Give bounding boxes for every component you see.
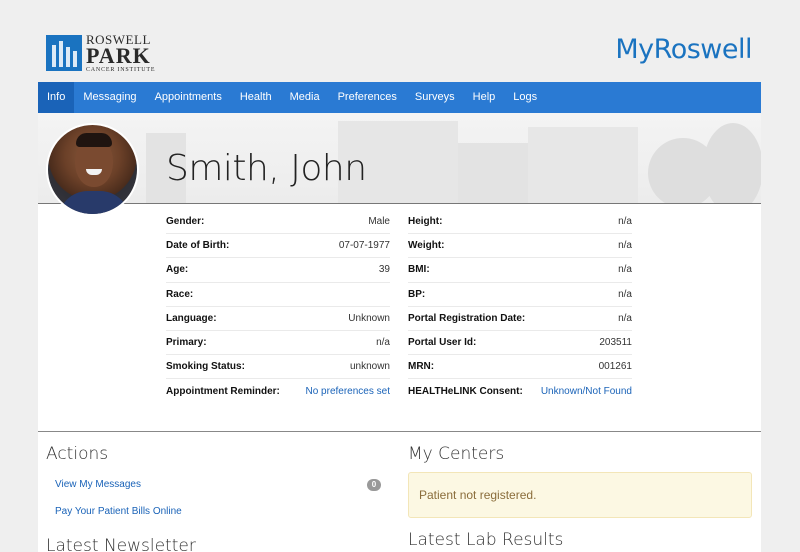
info-label: Language: bbox=[166, 312, 217, 324]
actions-title: Actions bbox=[46, 444, 109, 464]
info-label: MRN: bbox=[408, 361, 435, 373]
myroswell-brand[interactable]: MyRoswell bbox=[615, 34, 752, 65]
info-label: BP: bbox=[408, 288, 426, 300]
patient-details-left: Gender: Male Date of Birth: 07-07-1977 Age… bbox=[166, 210, 390, 404]
nav-appointments[interactable]: Appointments bbox=[146, 82, 231, 113]
info-label: Gender: bbox=[166, 216, 205, 228]
logo-line-2: PARK bbox=[86, 43, 151, 68]
info-value: Unknown bbox=[348, 312, 390, 324]
info-value: n/a bbox=[618, 312, 632, 324]
info-value: Male bbox=[368, 216, 390, 228]
appointment-reminder-link[interactable]: No preferences set bbox=[306, 386, 391, 397]
info-row-weight: Weight: n/a bbox=[408, 234, 632, 259]
building-logo-icon bbox=[46, 35, 82, 71]
info-row-language: Language: Unknown bbox=[166, 307, 390, 331]
info-value: 07-07-1977 bbox=[338, 240, 390, 252]
latest-newsletter-title: Latest Newsletter bbox=[46, 536, 196, 552]
info-row-appointment-reminder: Appointment Reminder: No preferences set bbox=[166, 379, 390, 403]
info-label: Appointment Reminder: bbox=[166, 385, 280, 397]
info-row-age: Age: 39 bbox=[166, 258, 390, 283]
info-label: Portal User Id: bbox=[408, 337, 477, 349]
view-my-messages-link[interactable]: View My Messages bbox=[55, 479, 141, 490]
nav-preferences[interactable]: Preferences bbox=[329, 82, 406, 113]
info-value: n/a bbox=[618, 240, 632, 252]
info-row-dob: Date of Birth: 07-07-1977 bbox=[166, 234, 390, 259]
nav-messaging[interactable]: Messaging bbox=[74, 82, 145, 113]
brand-my: My bbox=[615, 34, 654, 65]
roswell-park-logo[interactable]: ROSWELL PARK CANCER INSTITUTE bbox=[46, 33, 155, 73]
info-value: 001261 bbox=[598, 361, 632, 373]
info-label: Weight: bbox=[408, 240, 445, 252]
main-nav: Info Messaging Appointments Health Media… bbox=[38, 82, 761, 113]
info-row-bp: BP: n/a bbox=[408, 283, 632, 307]
info-value: n/a bbox=[618, 288, 632, 300]
info-row-primary: Primary: n/a bbox=[166, 331, 390, 356]
patient-name: Smith, John bbox=[166, 148, 367, 189]
not-registered-alert: Patient not registered. bbox=[408, 472, 752, 518]
nav-logs[interactable]: Logs bbox=[504, 82, 546, 113]
my-centers-title: My Centers bbox=[408, 444, 505, 464]
nav-health[interactable]: Health bbox=[231, 82, 281, 113]
info-label: Race: bbox=[166, 288, 194, 300]
info-label: Smoking Status: bbox=[166, 361, 245, 373]
info-label: HEALTHeLINK Consent: bbox=[408, 385, 523, 397]
patient-avatar bbox=[46, 123, 139, 216]
info-label: Age: bbox=[166, 264, 189, 276]
info-label: BMI: bbox=[408, 264, 430, 276]
patient-details-right: Height: n/a Weight: n/a BMI: n/a BP: n/a Por… bbox=[408, 210, 632, 404]
info-value: n/a bbox=[618, 264, 632, 276]
info-row-healthelink-consent: HEALTHeLINK Consent: Unknown/Not Found bbox=[408, 379, 632, 403]
info-row-gender: Gender: Male bbox=[166, 210, 390, 235]
healthelink-consent-link[interactable]: Unknown/Not Found bbox=[541, 386, 632, 397]
info-value: n/a bbox=[618, 216, 632, 228]
nav-surveys[interactable]: Surveys bbox=[406, 82, 464, 113]
nav-help[interactable]: Help bbox=[464, 82, 505, 113]
info-row-mrn: MRN: 001261 bbox=[408, 355, 632, 380]
info-value: unknown bbox=[349, 361, 390, 373]
info-label: Primary: bbox=[166, 337, 207, 349]
alert-text: Patient not registered. bbox=[419, 488, 537, 502]
logo-line-3: CANCER INSTITUTE bbox=[86, 67, 156, 73]
patient-info-panel: Smith, John Gender: Male Date of Birth: 07… bbox=[38, 113, 761, 431]
info-row-race: Race: bbox=[166, 283, 390, 307]
info-value: n/a bbox=[376, 337, 390, 349]
info-row-bmi: BMI: n/a bbox=[408, 258, 632, 283]
info-label: Height: bbox=[408, 216, 443, 228]
info-row-smoking: Smoking Status: unknown bbox=[166, 355, 390, 380]
dashboard-bottom-panel: Actions View My Messages 0 Pay Your Pati… bbox=[38, 432, 761, 552]
brand-name: Roswell bbox=[653, 34, 753, 65]
hospital-banner-image bbox=[38, 113, 761, 204]
info-value: 39 bbox=[378, 264, 390, 276]
nav-media[interactable]: Media bbox=[281, 82, 329, 113]
info-value: 203511 bbox=[599, 337, 632, 349]
pay-bills-link[interactable]: Pay Your Patient Bills Online bbox=[55, 506, 182, 517]
info-label: Date of Birth: bbox=[166, 240, 230, 252]
info-row-height: Height: n/a bbox=[408, 210, 632, 235]
info-label: Portal Registration Date: bbox=[408, 312, 526, 324]
latest-lab-results-title: Latest Lab Results bbox=[408, 530, 564, 550]
message-count-badge: 0 bbox=[367, 479, 381, 491]
info-row-portal-registration: Portal Registration Date: n/a bbox=[408, 307, 632, 331]
page-header: ROSWELL PARK CANCER INSTITUTE MyRoswell bbox=[0, 0, 800, 82]
info-row-portal-user-id: Portal User Id: 203511 bbox=[408, 331, 632, 356]
logo-text: ROSWELL PARK CANCER INSTITUTE bbox=[86, 33, 155, 73]
nav-info[interactable]: Info bbox=[38, 82, 75, 113]
